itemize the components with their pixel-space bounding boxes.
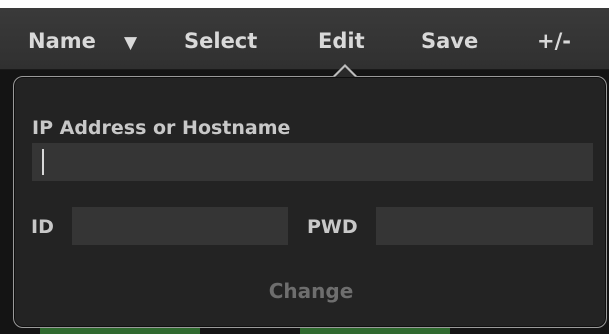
toolbar: Name ▼ Select Edit Save +/-	[0, 8, 609, 70]
sort-down-triangle-icon[interactable]: ▼	[124, 29, 137, 57]
id-input[interactable]	[72, 207, 288, 245]
text-caret	[42, 149, 44, 175]
ip-address-label: IP Address or Hostname	[32, 117, 291, 139]
password-label: PWD	[307, 216, 358, 238]
change-button[interactable]: Change	[250, 275, 372, 307]
password-input[interactable]	[376, 207, 593, 245]
popover-pointer-inner	[335, 67, 355, 77]
name-sort-button[interactable]: Name	[28, 27, 96, 55]
list-item-hint	[300, 328, 450, 334]
save-button[interactable]: Save	[421, 27, 478, 55]
add-remove-button[interactable]: +/-	[537, 27, 571, 55]
app-stage: Name ▼ Select Edit Save +/- IP Address o…	[0, 0, 609, 334]
edit-button[interactable]: Edit	[318, 27, 365, 55]
list-item-hint	[40, 328, 200, 334]
select-button[interactable]: Select	[184, 27, 257, 55]
ip-address-input[interactable]	[32, 143, 593, 181]
edit-connection-popover: IP Address or Hostname ID PWD Change	[13, 76, 607, 328]
id-label: ID	[31, 216, 54, 238]
